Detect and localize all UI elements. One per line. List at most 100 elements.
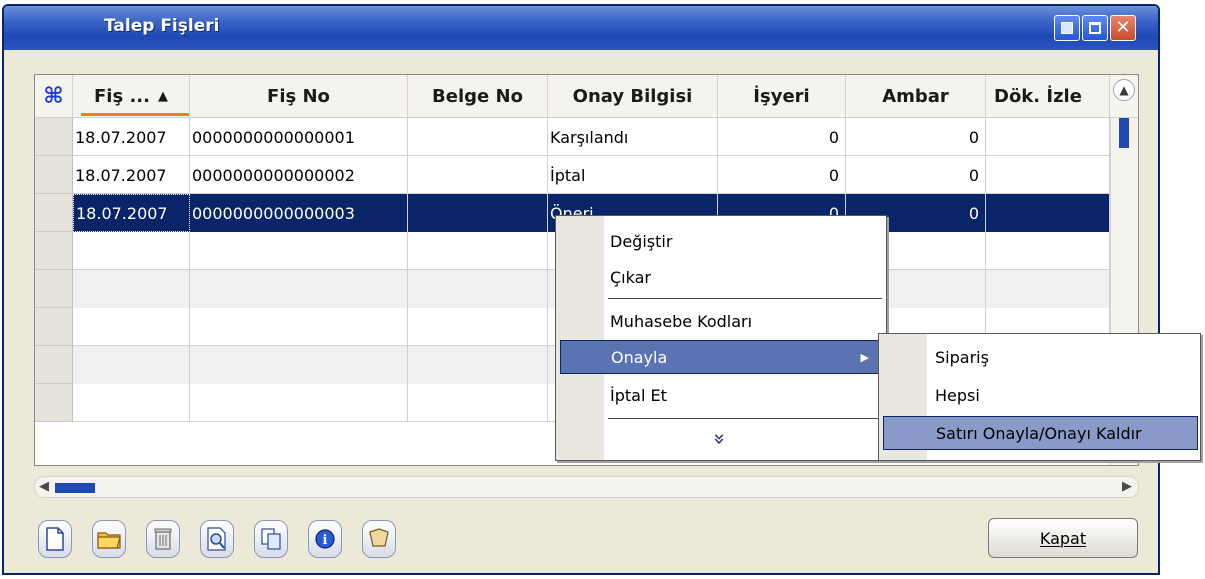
row-selector[interactable] (35, 270, 73, 308)
cell-belge-no (408, 194, 548, 232)
context-menu: Değiştir Çıkar Muhasebe Kodları Onayla ▶… (555, 215, 887, 461)
empty-cell (408, 346, 548, 384)
empty-cell (73, 346, 190, 384)
open-button[interactable] (92, 520, 126, 558)
row-selector[interactable] (35, 346, 73, 384)
cell-onay-bilgisi: İptal (548, 156, 718, 194)
maximize-button[interactable] (1082, 15, 1108, 41)
cell-fis-no: 0000000000000001 (190, 118, 408, 156)
column-header-label: Fiş ... (94, 86, 150, 107)
menu-item-iptal-et[interactable]: İptal Et (560, 378, 880, 412)
horizontal-scroll-thumb[interactable] (55, 483, 95, 493)
empty-cell (73, 384, 190, 422)
title-bar[interactable]: Talep Fişleri ✕ (4, 6, 1158, 50)
column-header-fis-no[interactable]: Fiş No (190, 75, 408, 118)
column-header-onay-bilgisi[interactable]: Onay Bilgisi (548, 75, 718, 118)
submenu-arrow-icon: ▶ (860, 350, 869, 364)
column-header-isyeri[interactable]: İşyeri (718, 75, 846, 118)
onayla-submenu: Sipariş Hepsi Satırı Onayla/Onayı Kaldır (878, 333, 1201, 461)
copy-button[interactable] (254, 520, 288, 558)
empty-cell (190, 232, 408, 270)
row-selector[interactable] (35, 156, 73, 194)
cell-dok-izle (986, 156, 1110, 194)
horizontal-scrollbar[interactable]: ◀ ▶ (34, 476, 1139, 498)
scroll-up-icon[interactable]: ▲ (1113, 79, 1135, 101)
scroll-left-icon[interactable]: ◀ (39, 479, 49, 494)
empty-cell (73, 270, 190, 308)
cell-dok-izle (986, 118, 1110, 156)
kapat-button-label: Kapat (1039, 528, 1087, 548)
column-header-label: Ambar (882, 86, 949, 107)
empty-cell (408, 384, 548, 422)
cell-date: 18.07.2007 (73, 118, 190, 156)
cell-ambar: 0 (846, 118, 986, 156)
cell-date: 18.07.2007 (73, 156, 190, 194)
magnifier-icon (207, 527, 226, 551)
menu-item-label: Muhasebe Kodları (610, 311, 753, 331)
double-chevron-down-icon: » (708, 432, 732, 446)
minimize-button[interactable] (1054, 15, 1080, 41)
column-header-label: Dök. İzle (994, 86, 1082, 107)
table-row[interactable]: 18.07.2007 0000000000000001 Karşılandı 0… (35, 118, 1110, 156)
column-header-label: İşyeri (753, 86, 810, 107)
info-button[interactable]: i (308, 520, 342, 558)
trash-icon (154, 528, 172, 550)
menu-item-label: Satırı Onayla/Onayı Kaldır (936, 423, 1142, 443)
close-window-button[interactable]: ✕ (1110, 15, 1136, 41)
folder-icon (97, 532, 121, 549)
column-header-label: Onay Bilgisi (572, 86, 693, 107)
empty-cell (73, 308, 190, 346)
menu-item-label: İptal Et (610, 385, 667, 405)
submenu-item-satiri-onayla[interactable]: Satırı Onayla/Onayı Kaldır (883, 416, 1198, 450)
maximize-icon (1089, 22, 1101, 34)
empty-cell (190, 384, 408, 422)
preview-button[interactable] (200, 520, 234, 558)
menu-item-cikar[interactable]: Çıkar (560, 260, 880, 294)
info-icon: i (315, 529, 335, 549)
copy-icon (261, 528, 281, 550)
menu-item-degistir[interactable]: Değiştir (560, 224, 880, 258)
empty-cell (408, 308, 548, 346)
filter-button[interactable] (362, 520, 396, 558)
column-header-ambar[interactable]: Ambar (846, 75, 986, 118)
menu-expand-button[interactable]: » (560, 422, 880, 456)
new-document-button[interactable] (38, 520, 72, 558)
submenu-item-siparis[interactable]: Sipariş (883, 340, 1196, 374)
menu-item-onayla[interactable]: Onayla ▶ (560, 340, 882, 374)
grid-header: ⌘ Fiş ... ▲ Fiş No Belge No Onay Bilgisi… (35, 75, 1138, 118)
row-selector[interactable] (35, 232, 73, 270)
empty-cell (190, 308, 408, 346)
cell-date: 18.07.2007 (73, 194, 190, 232)
cell-isyeri: 0 (718, 118, 846, 156)
column-header-dok-izle[interactable]: Dök. İzle (986, 75, 1110, 118)
cell-belge-no (408, 118, 548, 156)
sort-indicator (81, 113, 189, 116)
close-icon: ✕ (1115, 17, 1131, 38)
scroll-right-icon[interactable]: ▶ (1122, 479, 1132, 494)
table-row[interactable]: 18.07.2007 0000000000000002 İptal 0 0 (35, 156, 1110, 194)
empty-cell (190, 346, 408, 384)
column-header-belge-no[interactable]: Belge No (408, 75, 548, 118)
menu-item-label: Onayla (611, 347, 668, 367)
delete-button[interactable] (146, 520, 180, 558)
cell-onay-bilgisi: Karşılandı (548, 118, 718, 156)
window-title: Talep Fişleri (104, 16, 220, 36)
row-selector[interactable] (35, 308, 73, 346)
cell-fis-no: 0000000000000003 (190, 194, 408, 232)
filter-icon (369, 528, 389, 547)
menu-item-muhasebe-kodlari[interactable]: Muhasebe Kodları (560, 304, 880, 338)
new-document-icon (46, 527, 64, 551)
kapat-button[interactable]: Kapat (988, 518, 1138, 558)
cell-isyeri: 0 (718, 156, 846, 194)
empty-cell (986, 270, 1110, 308)
empty-cell (73, 232, 190, 270)
row-selector[interactable] (35, 384, 73, 422)
vertical-scroll-thumb[interactable] (1119, 118, 1129, 148)
menu-separator (608, 298, 882, 299)
column-header-fis-tarihi[interactable]: Fiş ... ▲ (73, 75, 190, 118)
submenu-item-hepsi[interactable]: Hepsi (883, 378, 1196, 412)
row-selector[interactable] (35, 194, 73, 232)
grid-settings-icon[interactable]: ⌘ (35, 75, 73, 118)
row-selector[interactable] (35, 118, 73, 156)
sort-ascending-icon: ▲ (157, 89, 168, 104)
